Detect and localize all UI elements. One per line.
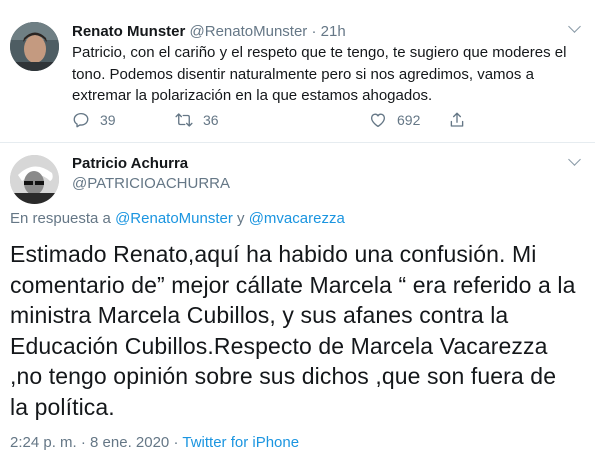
share-icon (450, 112, 464, 127)
separator: · (311, 23, 317, 40)
retweet-button[interactable]: 36 (175, 110, 219, 130)
retweet-icon (175, 113, 193, 127)
like-count: 692 (397, 112, 421, 128)
author-handle[interactable]: @RenatoMunster (190, 23, 308, 40)
tweet-time[interactable]: 21h (321, 23, 346, 40)
avatar-photo-icon (10, 22, 59, 71)
chevron-down-icon[interactable] (568, 20, 581, 33)
avatar[interactable] (10, 155, 59, 204)
author-name[interactable]: Patricio Achurra (72, 154, 188, 174)
separator: · (173, 434, 179, 451)
reply-conjunction: y (237, 210, 245, 227)
like-icon (370, 113, 386, 128)
reply-context: En respuesta a @RenatoMunster y @mvacare… (10, 209, 345, 229)
author-name[interactable]: Renato Munster (72, 23, 185, 40)
reply-count: 39 (100, 112, 116, 128)
reply-prefix: En respuesta a (10, 210, 111, 227)
reply-tweet[interactable]: Renato Munster @RenatoMunster · 21h Patr… (0, 0, 595, 143)
avatar[interactable] (10, 22, 59, 71)
author-handle[interactable]: @PATRICIOACHURRA (72, 174, 230, 194)
tweet-meta: 2:24 p. m. · 8 ene. 2020 · Twitter for i… (10, 433, 299, 453)
share-button[interactable] (448, 110, 466, 130)
chevron-down-icon[interactable] (568, 153, 581, 166)
reply-icon (73, 112, 89, 128)
main-tweet[interactable]: Patricio Achurra @PATRICIOACHURRA En res… (0, 143, 595, 464)
tweet-text: Estimado Renato,aquí ha habido una confu… (10, 241, 576, 420)
tweet-source[interactable]: Twitter for iPhone (182, 434, 299, 451)
like-button[interactable]: 692 (369, 110, 420, 130)
reply-tweet-header: Renato Munster @RenatoMunster · 21h (72, 22, 346, 42)
tweet-text: Patricio, con el cariño y el respeto que… (72, 44, 567, 104)
reply-button[interactable]: 39 (72, 110, 116, 130)
avatar-photo-icon (10, 155, 59, 204)
retweet-count: 36 (203, 112, 219, 128)
tweet-timestamp[interactable]: 2:24 p. m. · 8 ene. 2020 (10, 434, 169, 451)
reply-mention-mvacarezza[interactable]: @mvacarezza (249, 210, 345, 227)
reply-mention-renato[interactable]: @RenatoMunster (115, 210, 233, 227)
